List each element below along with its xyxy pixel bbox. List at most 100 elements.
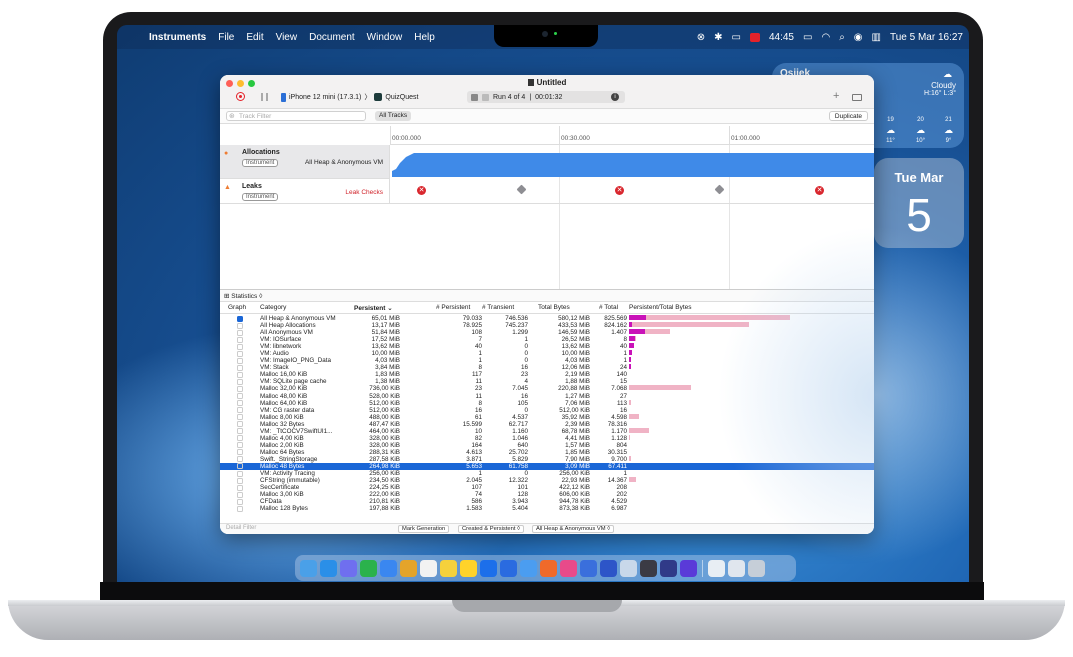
menu-window[interactable]: Window (361, 32, 409, 43)
timeline-ruler[interactable]: 00:00.000 00:30.000 01:00.000 (390, 124, 874, 145)
table-row[interactable]: Malloc 48,00 KiB 528,00 KiB 11 16 1,27 MiB 27 (220, 393, 874, 400)
graph-checkbox[interactable] (237, 315, 243, 322)
dock-app-icon[interactable] (560, 559, 577, 577)
graph-checkbox[interactable] (237, 442, 243, 449)
battery-icon[interactable]: ▭ (803, 32, 812, 43)
table-row[interactable]: CFString (immutable) 234,50 KiB 2.045 12.32… (220, 477, 874, 484)
col-category[interactable]: Category (260, 304, 286, 311)
table-row[interactable]: Malloc 48 Bytes 264,98 KiB 5.653 61.758 3,09… (220, 462, 874, 471)
dock-app-icon[interactable] (380, 559, 397, 577)
device-selector[interactable]: iPhone 12 mini (17.3.1) 〉 QuizQuest (281, 92, 418, 102)
menu-document[interactable]: Document (303, 32, 361, 43)
dock-app-icon[interactable] (580, 559, 597, 577)
pause-button[interactable] (261, 93, 268, 101)
graph-checkbox[interactable] (237, 456, 243, 463)
dock-app-icon[interactable] (440, 559, 457, 577)
clock-datetime[interactable]: Tue 5 Mar 16:27 (890, 32, 963, 43)
dock-app-icon[interactable] (500, 559, 517, 577)
graph-checkbox[interactable] (237, 385, 243, 392)
col-graph[interactable]: Graph (228, 304, 246, 311)
table-row[interactable]: Malloc 3,00 KiB 222,00 KiB 74 128 606,00 KiB… (220, 491, 874, 498)
table-row[interactable]: VM: Activity Tracing 256,00 KiB 1 0 256,00 K… (220, 470, 874, 477)
dock-app-icon[interactable] (460, 559, 477, 577)
col-num-persistent[interactable]: # Persistent (436, 304, 470, 311)
dock-app-icon[interactable] (748, 559, 765, 577)
graph-checkbox[interactable] (237, 336, 243, 343)
graph-checkbox[interactable] (237, 414, 243, 421)
graph-checkbox[interactable] (237, 484, 243, 491)
dock-app-icon[interactable] (400, 559, 417, 577)
graph-checkbox[interactable] (237, 407, 243, 414)
graph-checkbox[interactable] (237, 329, 243, 336)
table-row[interactable]: Malloc 64,00 KiB 512,00 KiB 8 105 7,06 MiB 11… (220, 399, 874, 407)
dock-app-icon[interactable] (300, 559, 317, 577)
control-center-icon[interactable]: ▥ (872, 32, 881, 43)
col-total-bytes[interactable]: Total Bytes (538, 304, 570, 311)
sidebar-toggle-icon[interactable] (852, 94, 862, 101)
graph-checkbox[interactable] (237, 357, 243, 364)
graph-checkbox[interactable] (237, 477, 243, 484)
run-selector[interactable]: Run 4 of 4 | 00:01:32 i (467, 91, 625, 103)
add-instrument-icon[interactable]: + (833, 90, 839, 102)
detail-filter-input[interactable]: Detail Filter (226, 525, 256, 531)
track-allocations[interactable]: ● Allocations Instrument All Heap & Anon… (220, 145, 390, 179)
track-filter-input[interactable]: Track Filter (226, 111, 366, 121)
graph-checkbox[interactable] (237, 449, 243, 456)
table-row[interactable]: All Anonymous VM 51,84 MiB 108 1.299 146,59 … (220, 329, 874, 336)
dock-app-icon[interactable] (680, 559, 697, 577)
track-leaks[interactable]: ▲ Leaks Instrument Leak Checks (220, 179, 390, 204)
table-row[interactable]: Swift._StringStorage 287,58 KiB 3.871 5.829… (220, 455, 874, 463)
table-row[interactable]: Malloc 32,00 KiB 736,00 KiB 23 7.045 220,88 … (220, 385, 874, 392)
graph-checkbox[interactable] (237, 400, 243, 407)
table-row[interactable]: Malloc 2,00 KiB 328,00 KiB 164 640 1,57 MiB 8… (220, 442, 874, 449)
dock-app-icon[interactable] (520, 559, 537, 577)
created-persistent-select[interactable]: Created & Persistent ◊ (458, 525, 524, 533)
table-row[interactable]: Malloc 64 Bytes 288,31 KiB 4.613 25.702 1,85… (220, 449, 874, 456)
menu-edit[interactable]: Edit (240, 32, 269, 43)
mark-generation-button[interactable]: Mark Generation (398, 525, 450, 533)
dock-app-icon[interactable] (600, 559, 617, 577)
dock-app-icon[interactable] (480, 559, 497, 577)
table-row[interactable]: VM: Stack 3,84 MiB 8 16 12,06 MiB 24 (220, 364, 874, 371)
table-row[interactable]: VM: ImageIO_PNG_Data 4,03 MiB 1 0 4,03 MiB 1 (220, 357, 874, 364)
screen-mirror-icon[interactable]: ▭ (732, 32, 741, 43)
dock-app-icon[interactable] (320, 559, 337, 577)
table-row[interactable]: Malloc 4,00 KiB 328,00 KiB 82 1.046 4,41 MiB… (220, 434, 874, 442)
bluetooth-icon[interactable]: ✱ (714, 32, 722, 43)
table-row[interactable]: VM: libnetwork 13,62 MiB 40 0 13,62 MiB 40 (220, 343, 874, 350)
graph-checkbox[interactable] (237, 463, 243, 470)
table-row[interactable]: VM: IOSurface 17,52 MiB 7 1 26,52 MiB 8 (220, 336, 874, 343)
leaks-graph[interactable]: ✕ ✕ ✕ (390, 179, 874, 204)
col-persistent[interactable]: Persistent ⌄ (354, 304, 393, 312)
graph-checkbox[interactable] (237, 322, 243, 329)
menu-view[interactable]: View (270, 32, 304, 43)
table-row[interactable]: VM: _TtCOCV7SwiftUI1... 464,00 KiB 10 1.160… (220, 427, 874, 435)
dock-app-icon[interactable] (620, 559, 637, 577)
dock-app-icon[interactable] (360, 559, 377, 577)
duplicate-button[interactable]: Duplicate (828, 111, 868, 121)
dock-app-icon[interactable] (708, 559, 725, 577)
dock-app-icon[interactable] (640, 559, 657, 577)
graph-checkbox[interactable] (237, 343, 243, 350)
table-row[interactable]: VM: SQLite page cache 1,38 MiB 11 4 1,88 MiB… (220, 378, 874, 385)
allocations-graph[interactable] (392, 147, 874, 177)
menu-app[interactable]: Instruments (143, 32, 212, 43)
table-row[interactable]: Malloc 32 Bytes 487,47 KiB 15.599 62.717 2,3… (220, 421, 874, 428)
record-button[interactable] (236, 92, 245, 101)
table-row[interactable]: SecCertificate 224,25 KiB 107 101 422,12 KiB… (220, 484, 874, 491)
battery-time[interactable]: 44:45 (769, 32, 794, 43)
graph-checkbox[interactable] (237, 378, 243, 385)
graph-checkbox[interactable] (237, 421, 243, 428)
user-icon[interactable]: ◉ (854, 32, 863, 43)
calendar-widget[interactable]: Tue Mar 5 (874, 158, 964, 248)
search-icon[interactable]: ⌕ (839, 32, 845, 43)
dock-app-icon[interactable] (660, 559, 677, 577)
graph-checkbox[interactable] (237, 505, 243, 512)
col-num-total[interactable]: # Total (599, 304, 618, 311)
table-row[interactable]: VM: CG raster data 512,00 KiB 16 0 512,00 Ki… (220, 407, 874, 414)
graph-checkbox[interactable] (237, 498, 243, 505)
graph-checkbox[interactable] (237, 371, 243, 378)
graph-checkbox[interactable] (237, 393, 243, 400)
graph-checkbox[interactable] (237, 364, 243, 371)
wifi-icon[interactable]: ◠ (821, 32, 830, 43)
